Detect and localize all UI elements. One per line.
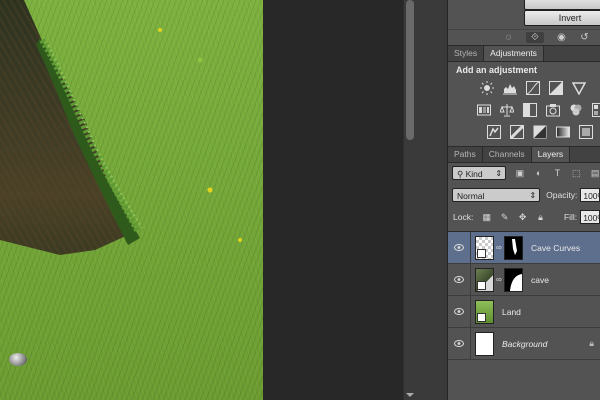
layer-name[interactable]: Background (502, 339, 547, 349)
canvas-pasteboard (263, 0, 403, 400)
scrollbar-thumb[interactable] (406, 0, 414, 140)
scroll-down-arrow-icon[interactable] (406, 393, 414, 397)
tab-paths[interactable]: Paths (448, 147, 483, 162)
layer-mask-thumbnail[interactable] (504, 235, 523, 260)
lock-all-icon[interactable]: 🔒︎ (536, 212, 545, 222)
eye-icon[interactable] (448, 328, 471, 359)
posterize-icon[interactable] (509, 124, 525, 140)
channel-mixer-icon[interactable] (568, 102, 584, 118)
adjustments-row-1 (479, 80, 594, 96)
reset-icon[interactable]: ↺ (579, 32, 590, 43)
tab-layers[interactable]: Layers (531, 147, 571, 162)
color-balance-icon[interactable] (499, 102, 515, 118)
tab-styles[interactable]: Styles (448, 46, 485, 61)
tab-adjustments[interactable]: Adjustments (484, 46, 544, 61)
adjustment-layer-filter-icon[interactable]: ◐ (534, 168, 544, 178)
styles-adjustments-tabs: Styles Adjustments (448, 45, 600, 62)
layer-filter-row: ⚲ Kind ⇕ ▣ ◐ T ⬚ ▤ (448, 163, 600, 183)
layer-name[interactable]: cave (531, 275, 549, 285)
filter-kind-select[interactable]: ⚲ Kind ⇕ (452, 166, 507, 180)
blend-mode-value: Normal (457, 191, 485, 201)
vertical-scrollbar[interactable] (403, 0, 418, 400)
smart-object-badge-icon (477, 280, 486, 290)
layers-channels-paths-tabs: Paths Channels Layers (448, 146, 600, 163)
layer-name[interactable]: Cave Curves (531, 243, 580, 253)
lock-image-pixels-icon[interactable]: ✎ (500, 212, 509, 222)
curves-adjustment-badge-icon (477, 248, 486, 258)
hedge-edge (36, 38, 143, 245)
layer-name[interactable]: Land (502, 307, 521, 317)
opacity-label: Opacity: (546, 190, 578, 200)
eye-icon[interactable] (448, 296, 471, 327)
tab-channels[interactable]: Channels (483, 147, 532, 162)
invert-icon[interactable] (486, 124, 502, 140)
view-previous-state-icon[interactable]: ⟐ (526, 31, 544, 43)
collapsed-panel-strip (417, 0, 448, 400)
levels-icon[interactable] (502, 80, 518, 96)
layer-row-background[interactable]: Background 🔒︎ (448, 328, 600, 360)
photo-filter-icon[interactable] (545, 102, 561, 118)
lock-row: Lock: ▦ ✎ ✥ 🔒︎ Fill: 100% (448, 208, 600, 226)
color-lookup-icon[interactable] (591, 102, 600, 118)
chain-link-icon[interactable]: ∞ (496, 243, 502, 252)
chain-link-icon[interactable]: ∞ (496, 275, 502, 284)
threshold-icon[interactable] (532, 124, 548, 140)
curves-icon[interactable] (525, 80, 541, 96)
lock-transparent-pixels-icon[interactable]: ▦ (482, 212, 492, 222)
search-icon: ⚲ (457, 169, 466, 179)
black-white-icon[interactable] (522, 102, 538, 118)
type-layer-filter-icon[interactable]: T (553, 168, 563, 178)
eye-icon[interactable] (448, 264, 471, 295)
hue-saturation-icon[interactable] (476, 102, 492, 118)
properties-panel: Invert ◌ ⟐ ◉ ↺ (448, 0, 600, 44)
smart-object-badge-icon (477, 312, 486, 322)
opacity-input[interactable]: 100% (580, 188, 600, 202)
lock-icon: 🔒︎ (589, 338, 594, 348)
visibility-icon[interactable]: ◉ (556, 32, 567, 43)
gradient-map-icon[interactable] (555, 124, 571, 140)
blend-mode-select[interactable]: Normal ⇕ (452, 188, 541, 202)
invert-button[interactable]: Invert (524, 10, 600, 26)
adjustments-row-3 (486, 124, 600, 140)
layer-mask-thumbnail[interactable] (504, 267, 523, 292)
clip-to-layer-icon[interactable]: ◌ (503, 32, 514, 43)
layer-thumbnail[interactable] (475, 299, 494, 324)
blend-mode-row: Normal ⇕ Opacity: 100% (448, 186, 600, 204)
panel-column: Invert ◌ ⟐ ◉ ↺ Styles Adjustments Add an… (448, 0, 600, 400)
properties-top-button[interactable] (524, 0, 600, 10)
chevron-down-icon: ⇕ (495, 169, 503, 178)
vibrance-icon[interactable] (571, 80, 587, 96)
brightness-contrast-icon[interactable] (479, 80, 495, 96)
shape-layer-filter-icon[interactable]: ⬚ (571, 168, 581, 178)
adjustments-title: Add an adjustment (456, 65, 538, 75)
pixel-layer-filter-icon[interactable]: ▣ (515, 168, 525, 178)
panels-area: Invert ◌ ⟐ ◉ ↺ Styles Adjustments Add an… (417, 0, 600, 400)
filter-kind-label: Kind (465, 169, 483, 179)
adjustments-row-2 (476, 102, 600, 118)
layer-row-cave-curves[interactable]: ∞ Cave Curves (448, 232, 600, 264)
eye-icon[interactable] (448, 232, 471, 263)
fill-label: Fill: (563, 212, 578, 222)
selective-color-icon[interactable] (578, 124, 594, 140)
layer-row-cave[interactable]: ∞ cave (448, 264, 600, 296)
fill-input[interactable]: 100% (580, 210, 600, 224)
document-canvas[interactable] (0, 0, 263, 400)
layer-thumbnail[interactable] (475, 331, 494, 356)
layer-thumbnail[interactable] (475, 235, 494, 260)
layers-list: ∞ Cave Curves ∞ cave Land Background 🔒︎ (448, 231, 600, 400)
layer-thumbnail[interactable] (475, 267, 494, 292)
chevron-down-icon: ⇕ (529, 191, 537, 200)
lock-label: Lock: (453, 212, 474, 222)
layer-row-land[interactable]: Land (448, 296, 600, 328)
lock-position-icon[interactable]: ✥ (518, 212, 527, 222)
exposure-icon[interactable] (548, 80, 564, 96)
properties-footer-icons: ◌ ⟐ ◉ ↺ (448, 29, 600, 44)
smart-object-filter-icon[interactable]: ▤ (590, 168, 600, 178)
stone (9, 353, 27, 366)
